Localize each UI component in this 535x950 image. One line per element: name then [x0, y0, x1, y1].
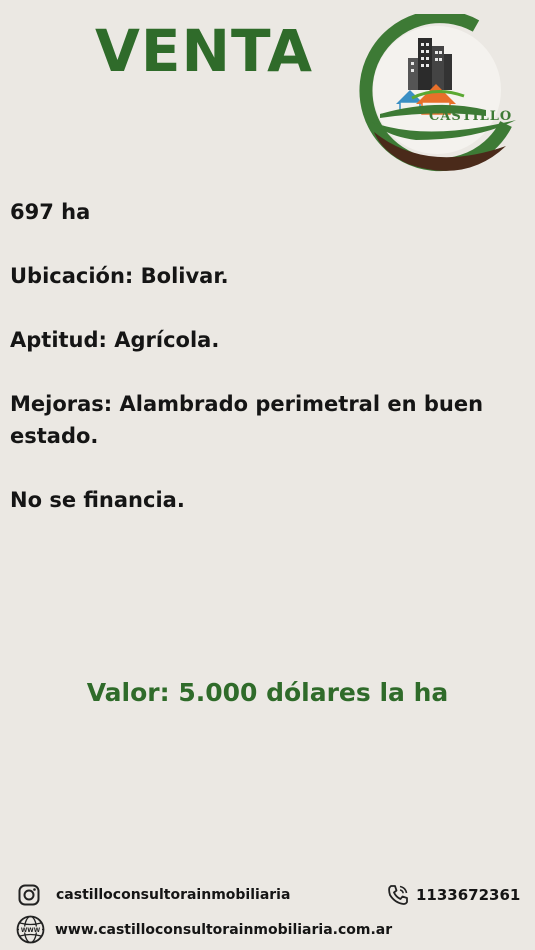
property-details: 697 ha Ubicación: Bolivar. Aptitud: Agrí…: [10, 196, 510, 548]
detail-financing: No se financia.: [10, 488, 185, 512]
page-title: VENTA: [95, 17, 313, 85]
phone-number[interactable]: 1133672361: [416, 886, 520, 904]
price-text: Valor: 5.000 dólares la ha: [86, 678, 449, 707]
detail-area: 697 ha: [10, 200, 91, 224]
castillo-logo: CASTILLO: [359, 14, 516, 172]
www-globe-icon: WWW: [16, 915, 45, 944]
logo-brand-text: CASTILLO: [429, 109, 512, 124]
phone-icon: [388, 885, 408, 905]
instagram-contact[interactable]: castilloconsultorainmobiliaria: [18, 884, 290, 906]
phone-contact[interactable]: 1133672361: [386, 883, 520, 907]
instagram-handle[interactable]: castilloconsultorainmobiliaria: [56, 887, 290, 903]
website-url[interactable]: www.castilloconsultorainmobiliaria.com.a…: [55, 922, 392, 938]
detail-improvements: Mejoras: Alambrado perimetral en buen es…: [10, 392, 484, 448]
website-contact[interactable]: WWW www.castilloconsultorainmobiliaria.c…: [16, 915, 392, 944]
svg-text:WWW: WWW: [21, 928, 41, 934]
instagram-icon: [18, 884, 40, 906]
detail-aptitude: Aptitud: Agrícola.: [10, 328, 220, 352]
detail-location: Ubicación: Bolivar.: [10, 264, 229, 288]
